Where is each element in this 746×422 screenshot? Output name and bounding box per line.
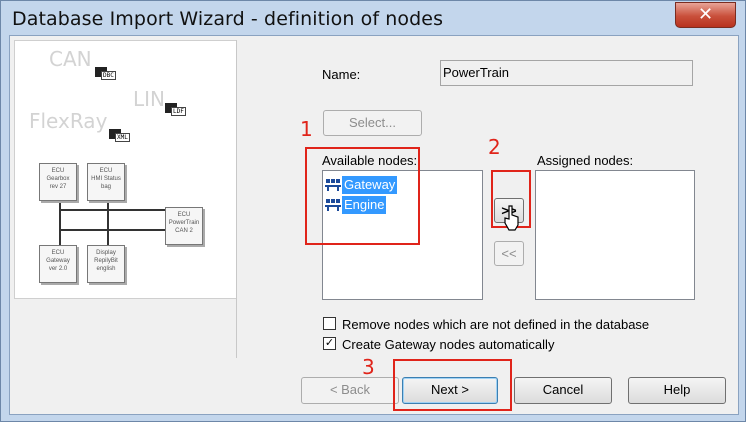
- bus-label-can: CAN: [49, 47, 92, 71]
- close-icon: ✕: [697, 4, 714, 24]
- dbc-file-tag: DBC: [101, 71, 116, 80]
- cancel-button[interactable]: Cancel: [514, 377, 612, 404]
- remove-node-button[interactable]: <<: [494, 241, 524, 266]
- annotation-number-1: 1: [300, 117, 313, 141]
- back-button[interactable]: < Back: [301, 377, 399, 404]
- create-gateway-label: Create Gateway nodes automatically: [342, 337, 555, 352]
- select-button[interactable]: Select...: [323, 110, 422, 136]
- name-field[interactable]: PowerTrain: [440, 60, 693, 86]
- close-button[interactable]: ✕: [675, 2, 736, 28]
- checkmark-icon: ✓: [324, 337, 335, 349]
- title-bar: Database Import Wizard - definition of n…: [1, 1, 745, 35]
- bus-wire: [59, 209, 169, 211]
- remove-nodes-label: Remove nodes which are not defined in th…: [342, 317, 650, 332]
- assigned-nodes-list[interactable]: [535, 170, 695, 300]
- divider: [236, 40, 237, 358]
- ecu-box: ECU Gearbox rev 27: [39, 163, 77, 201]
- bus-label-flexray: FlexRay: [29, 109, 108, 133]
- window-title: Database Import Wizard - definition of n…: [12, 8, 444, 30]
- wizard-window: Database Import Wizard - definition of n…: [0, 0, 746, 422]
- remove-nodes-checkbox[interactable]: [323, 317, 336, 330]
- ecu-box: ECU HMI Status bag: [87, 163, 125, 201]
- ecu-box: Display RepilyBit english: [87, 245, 125, 283]
- ecu-box: ECU Gateway ver 2.0: [39, 245, 77, 283]
- mouse-cursor-icon: [503, 205, 521, 234]
- ecu-box: ECU PowerTrain CAN 2: [165, 207, 203, 245]
- ldf-file-tag: LDF: [171, 107, 186, 116]
- annotation-number-2: 2: [488, 135, 501, 159]
- help-button[interactable]: Help: [628, 377, 726, 404]
- bus-wire: [59, 229, 169, 231]
- create-gateway-checkbox[interactable]: ✓: [323, 337, 336, 350]
- annotation-box-1: [305, 147, 420, 245]
- bus-label-lin: LIN: [133, 87, 166, 111]
- annotation-box-3: [393, 359, 512, 411]
- xml-file-tag: XML: [115, 133, 130, 142]
- assigned-nodes-label: Assigned nodes:: [537, 153, 634, 168]
- bus-illustration: CAN LIN FlexRay DBC LDF XML ECU Gearbox re…: [14, 40, 237, 299]
- annotation-number-3: 3: [362, 355, 375, 379]
- name-label: Name:: [322, 67, 361, 82]
